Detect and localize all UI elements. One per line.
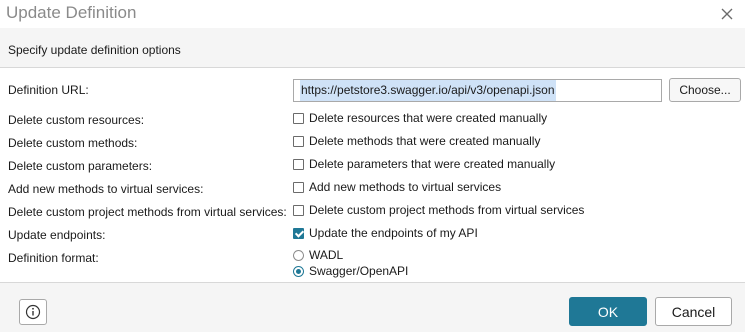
delete-project-methods-checkbox[interactable]	[293, 204, 304, 216]
definition-url-label: Definition URL:	[8, 83, 89, 97]
format-radio-wadl-row[interactable]: WADL	[293, 248, 343, 262]
definition-url-value: https://petstore3.swagger.io/api/v3/open…	[300, 80, 556, 101]
delete-methods-checkbox[interactable]	[293, 135, 304, 147]
delete-resources-checkbox-row[interactable]: Delete resources that were created manua…	[293, 111, 547, 125]
title-bar: Update Definition	[0, 0, 745, 28]
definition-url-input[interactable]: https://petstore3.swagger.io/api/v3/open…	[293, 79, 662, 102]
close-icon	[721, 8, 733, 20]
dialog-footer: OK Cancel	[0, 282, 745, 332]
delete-parameters-option: Delete parameters that were created manu…	[309, 157, 556, 171]
delete-parameters-checkbox[interactable]	[293, 158, 304, 170]
delete-project-methods-option: Delete custom project methods from virtu…	[309, 203, 585, 217]
ok-button[interactable]: OK	[569, 297, 647, 326]
format-radio-openapi[interactable]	[293, 265, 304, 277]
definition-format-label: Definition format:	[8, 251, 99, 265]
add-methods-option: Add new methods to virtual services	[309, 180, 502, 194]
choose-button[interactable]: Choose...	[669, 78, 741, 102]
format-radio-openapi-row[interactable]: Swagger/OpenAPI	[293, 264, 408, 278]
format-radio-wadl[interactable]	[293, 249, 304, 261]
delete-resources-checkbox[interactable]	[293, 112, 304, 124]
update-endpoints-label: Update endpoints:	[8, 228, 106, 242]
cancel-button[interactable]: Cancel	[655, 297, 732, 326]
close-button[interactable]	[717, 4, 737, 24]
delete-resources-option: Delete resources that were created manua…	[309, 111, 548, 125]
options-banner: Specify update definition options	[0, 28, 745, 68]
dialog-title: Update Definition	[6, 3, 137, 22]
delete-project-methods-label: Delete custom project methods from virtu…	[8, 205, 287, 219]
banner-text: Specify update definition options	[8, 43, 181, 57]
update-endpoints-option: Update the endpoints of my API	[309, 226, 478, 240]
add-methods-checkbox-row[interactable]: Add new methods to virtual services	[293, 180, 501, 194]
delete-methods-label: Delete custom methods:	[8, 136, 138, 150]
delete-resources-label: Delete custom resources:	[8, 113, 145, 127]
add-methods-checkbox[interactable]	[293, 181, 304, 193]
delete-parameters-label: Delete custom parameters:	[8, 159, 153, 173]
format-option-openapi: Swagger/OpenAPI	[309, 264, 409, 278]
delete-methods-option: Delete methods that were created manuall…	[309, 134, 541, 148]
delete-methods-checkbox-row[interactable]: Delete methods that were created manuall…	[293, 134, 540, 148]
info-button[interactable]	[19, 299, 47, 325]
add-methods-label: Add new methods to virtual services:	[8, 182, 204, 196]
format-option-wadl: WADL	[309, 248, 344, 262]
update-endpoints-checkbox-row[interactable]: Update the endpoints of my API	[293, 226, 478, 240]
update-endpoints-checkbox[interactable]	[293, 227, 304, 239]
delete-project-methods-checkbox-row[interactable]: Delete custom project methods from virtu…	[293, 203, 584, 217]
info-icon	[25, 304, 41, 320]
delete-parameters-checkbox-row[interactable]: Delete parameters that were created manu…	[293, 157, 555, 171]
